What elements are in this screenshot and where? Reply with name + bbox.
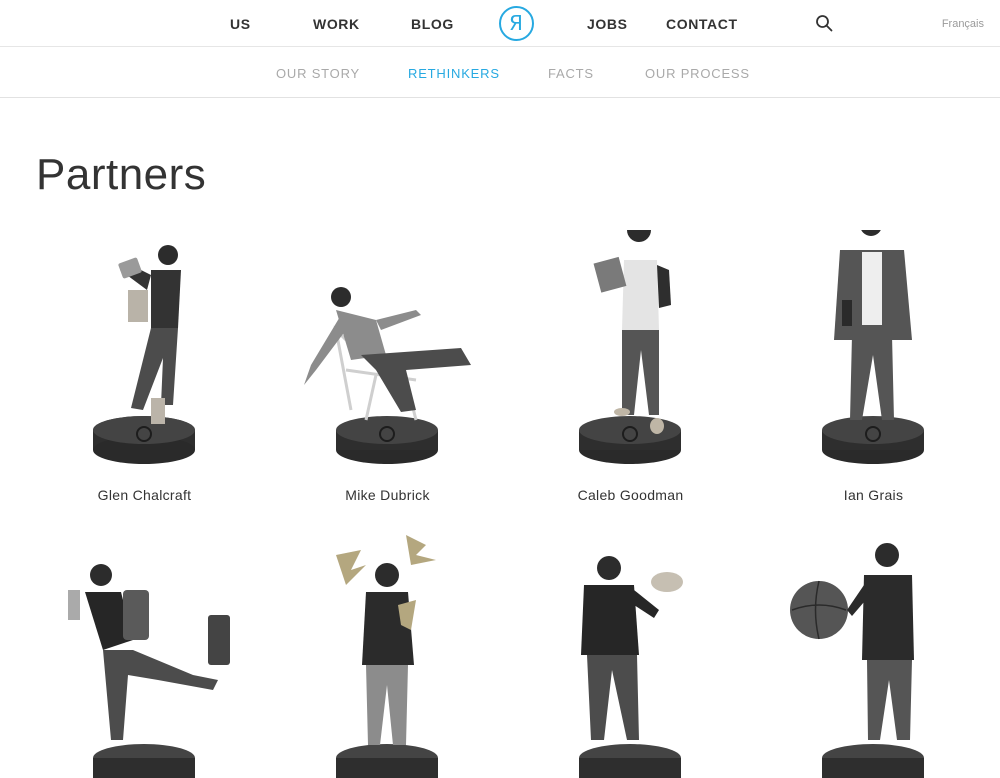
person-name: Ian Grais (843, 487, 904, 503)
person-card[interactable]: Caleb Goodman (509, 230, 752, 520)
sub-navigation: OUR STORY RETHINKERS FACTS OUR PROCESS (0, 48, 1000, 98)
person-card[interactable]: Glen Chalcraft (23, 230, 266, 520)
person-card[interactable] (266, 530, 509, 778)
nav-blog[interactable]: BLOG (411, 16, 454, 32)
person-card[interactable] (23, 530, 266, 778)
top-navigation: US WORK BLOG Я JOBS CONTACT Français (0, 0, 1000, 47)
person-figurine-image (68, 564, 230, 778)
subnav-facts[interactable]: FACTS (548, 66, 594, 81)
subnav-our-story[interactable]: OUR STORY (276, 66, 360, 81)
person-figurine-image (304, 287, 471, 464)
person-figurine-image (822, 230, 924, 464)
person-figurine-image (579, 230, 681, 464)
person-name: Caleb Goodman (577, 487, 684, 503)
nav-work[interactable]: WORK (313, 16, 360, 32)
person-card[interactable]: Ian Grais (752, 230, 995, 520)
page-title: Partners (36, 150, 207, 199)
subnav-rethinkers[interactable]: RETHINKERS (408, 66, 500, 81)
person-figurine-image (93, 245, 195, 464)
nav-us[interactable]: US (230, 16, 251, 32)
person-card[interactable]: Mike Dubrick (266, 230, 509, 520)
person-figurine-image (336, 535, 438, 778)
person-figurine-image (790, 543, 924, 778)
person-card[interactable] (509, 530, 752, 778)
logo-glyph: Я (509, 11, 523, 35)
person-name: Glen Chalcraft (97, 487, 192, 503)
person-name: Mike Dubrick (345, 487, 430, 503)
rethink-logo[interactable]: Я (499, 6, 534, 41)
nav-jobs[interactable]: JOBS (587, 16, 628, 32)
person-figurine-image (579, 556, 683, 778)
nav-contact[interactable]: CONTACT (666, 16, 738, 32)
person-card[interactable] (752, 530, 995, 778)
search-icon[interactable] (815, 14, 833, 32)
subnav-our-process[interactable]: OUR PROCESS (645, 66, 750, 81)
language-toggle[interactable]: Français (942, 18, 984, 30)
